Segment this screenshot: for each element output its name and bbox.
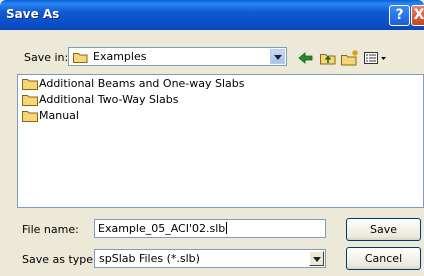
close-button[interactable]: X <box>411 5 424 26</box>
save-as-type-label: Save as type: <box>22 253 97 266</box>
save-in-value: Examples <box>93 50 147 63</box>
file-name-label: Additional Two-Way Slabs <box>39 93 179 106</box>
new-folder-icon[interactable] <box>340 49 360 67</box>
folder-icon <box>22 95 38 106</box>
up-folder-icon[interactable] <box>318 49 338 67</box>
cancel-button[interactable]: Cancel <box>346 247 421 270</box>
chevron-down-icon[interactable] <box>270 49 285 64</box>
file-name-label: File name: <box>22 223 79 236</box>
chevron-down-icon[interactable] <box>309 251 324 266</box>
save-as-type-dropdown[interactable]: spSlab Files (*.slb) <box>94 249 326 268</box>
save-as-type-value: spSlab Files (*.slb) <box>99 252 200 265</box>
save-button[interactable]: Save <box>346 218 421 241</box>
back-icon[interactable] <box>296 49 316 67</box>
file-name-value: Example_05_ACI'02.slb <box>98 222 226 235</box>
save-in-dropdown[interactable]: Examples <box>68 47 287 66</box>
file-name-label: Additional Beams and One-way Slabs <box>39 77 245 90</box>
file-name-field[interactable]: Example_05_ACI'02.slb <box>94 219 326 238</box>
folder-icon <box>73 53 88 63</box>
title-bar: Save As ? X <box>0 0 424 30</box>
window-title: Save As <box>6 7 60 21</box>
save-in-label: Save in: <box>24 51 69 64</box>
file-name-label: Manual <box>39 109 79 122</box>
views-menu-icon[interactable] <box>362 49 388 67</box>
text-caret <box>226 222 228 234</box>
folder-icon <box>22 79 38 90</box>
help-button[interactable]: ? <box>389 5 410 26</box>
folder-icon <box>22 111 38 122</box>
file-list[interactable]: Additional Beams and One-way Slabs Addit… <box>17 74 424 208</box>
